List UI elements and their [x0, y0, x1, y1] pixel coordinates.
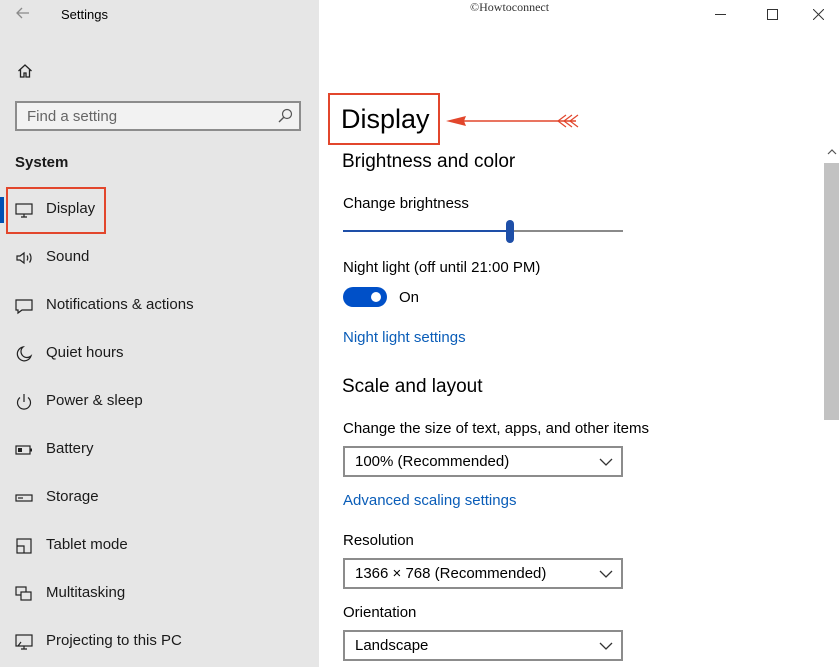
search-box[interactable] — [15, 101, 301, 131]
scale-dropdown-value: 100% (Recommended) — [355, 453, 510, 470]
close-icon — [812, 8, 824, 20]
close-button[interactable] — [806, 4, 830, 24]
tablet-icon — [16, 538, 32, 554]
multitasking-icon — [15, 586, 32, 601]
sidebar-item-multitasking[interactable]: Multitasking — [0, 572, 319, 616]
search-icon[interactable] — [277, 108, 293, 124]
night-light-toggle[interactable] — [343, 287, 387, 307]
speaker-icon — [16, 251, 32, 265]
chevron-down-icon — [599, 570, 613, 578]
sidebar: Settings System Display Sound Notif — [0, 0, 319, 667]
sidebar-item-label: Multitasking — [46, 584, 126, 601]
night-light-label: Night light (off until 21:00 PM) — [343, 259, 541, 276]
moon-icon — [16, 345, 33, 362]
resolution-dropdown[interactable]: 1366 × 768 (Recommended) — [343, 558, 623, 589]
back-arrow-icon — [16, 7, 29, 19]
watermark: ©Howtoconnect — [470, 0, 550, 14]
orientation-dropdown[interactable]: Landscape — [343, 630, 623, 661]
annotation-arrow-icon — [446, 114, 579, 128]
chevron-down-icon — [599, 458, 613, 466]
maximize-icon — [766, 8, 778, 20]
slider-track-filled — [343, 230, 510, 232]
size-label: Change the size of text, apps, and other… — [343, 420, 650, 437]
sidebar-item-projecting[interactable]: Projecting to this PC — [0, 620, 319, 664]
sidebar-item-battery[interactable]: Battery — [0, 428, 319, 472]
scrollbar-thumb[interactable] — [824, 163, 839, 420]
resolution-dropdown-value: 1366 × 768 (Recommended) — [355, 565, 547, 582]
projecting-icon — [15, 634, 33, 650]
toggle-knob — [371, 292, 381, 302]
battery-icon — [15, 445, 32, 455]
window-title: Settings — [61, 7, 108, 22]
sidebar-item-label: Tablet mode — [46, 536, 128, 553]
section-label-system: System — [15, 154, 69, 171]
back-button[interactable] — [10, 2, 36, 24]
notification-icon — [15, 299, 33, 315]
home-button[interactable] — [14, 60, 36, 82]
slider-thumb[interactable] — [506, 220, 514, 243]
sidebar-item-power-sleep[interactable]: Power & sleep — [0, 380, 319, 424]
sidebar-item-sound[interactable]: Sound — [0, 236, 319, 280]
sidebar-item-notifications[interactable]: Notifications & actions — [0, 284, 319, 328]
maximize-button[interactable] — [760, 4, 784, 24]
annotation-box-display-item — [6, 187, 106, 234]
sidebar-item-label: Sound — [46, 248, 90, 265]
heading-brightness-color: Brightness and color — [342, 151, 516, 172]
scale-dropdown[interactable]: 100% (Recommended) — [343, 446, 623, 477]
toggle-state-label: On — [399, 289, 420, 306]
orientation-dropdown-value: Landscape — [355, 637, 429, 654]
scroll-up-icon[interactable] — [826, 146, 838, 158]
brightness-label: Change brightness — [343, 195, 469, 212]
advanced-scaling-link[interactable]: Advanced scaling settings — [343, 492, 516, 509]
sidebar-item-label: Storage — [46, 488, 99, 505]
resolution-label: Resolution — [343, 532, 414, 549]
sidebar-item-tablet-mode[interactable]: Tablet mode — [0, 524, 319, 568]
sidebar-item-label: Battery — [46, 440, 94, 457]
slider-track-empty — [510, 230, 623, 232]
minimize-button[interactable] — [708, 4, 732, 24]
sidebar-item-label: Quiet hours — [46, 344, 124, 361]
annotation-box-page-title — [328, 93, 440, 145]
power-icon — [16, 394, 32, 410]
sidebar-item-storage[interactable]: Storage — [0, 476, 319, 520]
storage-icon — [15, 494, 33, 502]
sidebar-item-label: Power & sleep — [46, 392, 143, 409]
sidebar-item-label: Projecting to this PC — [46, 632, 182, 649]
home-icon — [18, 64, 32, 78]
night-light-settings-link[interactable]: Night light settings — [343, 329, 466, 346]
sidebar-item-label: Notifications & actions — [46, 296, 194, 313]
heading-scale-layout: Scale and layout — [342, 376, 483, 397]
sidebar-item-quiet-hours[interactable]: Quiet hours — [0, 332, 319, 376]
orientation-label: Orientation — [343, 604, 417, 621]
search-input[interactable] — [17, 103, 277, 129]
chevron-down-icon — [599, 642, 613, 650]
minimize-icon — [714, 13, 726, 15]
